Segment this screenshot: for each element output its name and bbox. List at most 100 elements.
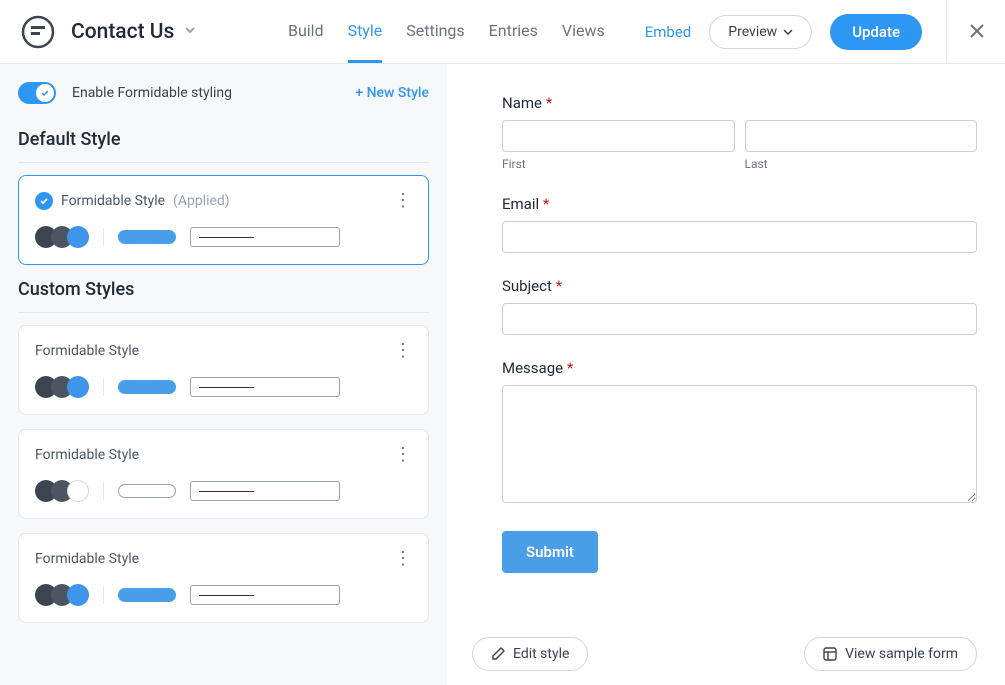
first-sublabel: First [502, 157, 735, 171]
chevron-down-icon[interactable] [184, 24, 196, 40]
custom-styles-heading: Custom Styles [18, 279, 429, 300]
form-title[interactable]: Contact Us [71, 20, 174, 44]
swatch [67, 584, 89, 606]
style-name: Formidable Style [35, 551, 139, 567]
embed-link[interactable]: Embed [645, 23, 692, 41]
last-name-col: Last [745, 120, 978, 171]
message-input[interactable] [502, 385, 977, 503]
header: Contact Us Build Style Settings Entries … [0, 0, 1005, 64]
style-card-header: Formidable Style ⋮ [35, 446, 412, 464]
nav-tabs: Build Style Settings Entries Views [288, 21, 605, 42]
color-swatches [35, 226, 89, 248]
view-sample-button[interactable]: View sample form [804, 637, 977, 671]
update-button[interactable]: Update [830, 14, 922, 50]
style-preview [35, 584, 412, 606]
divider [103, 228, 104, 246]
toggle-row: Enable Formidable styling + New Style [18, 82, 429, 104]
close-icon[interactable] [969, 20, 985, 44]
first-name-input[interactable] [502, 120, 735, 152]
header-actions: Embed Preview Update [645, 0, 985, 64]
divider [18, 312, 429, 313]
style-card[interactable]: Formidable Style ⋮ [18, 533, 429, 623]
more-icon[interactable]: ⋮ [394, 446, 412, 464]
tab-build[interactable]: Build [288, 21, 324, 63]
last-sublabel: Last [745, 157, 978, 171]
style-card[interactable]: Formidable Style ⋮ [18, 429, 429, 519]
style-card-title: Formidable Style (Applied) [35, 192, 230, 210]
more-icon[interactable]: ⋮ [394, 550, 412, 568]
sidebar: Enable Formidable styling + New Style De… [0, 64, 447, 685]
subject-input[interactable] [502, 303, 977, 335]
divider [103, 378, 104, 396]
email-input[interactable] [502, 221, 977, 253]
default-style-heading: Default Style [18, 129, 429, 150]
pencil-icon [491, 647, 505, 661]
name-row: First Last [502, 120, 977, 171]
toggle-label: Enable Formidable styling [72, 85, 232, 101]
style-preview [35, 226, 412, 248]
main: Enable Formidable styling + New Style De… [0, 64, 1005, 685]
style-applied-label: (Applied) [173, 193, 230, 209]
message-label: Message * [502, 359, 977, 377]
first-name-col: First [502, 120, 735, 171]
style-card[interactable]: Formidable Style ⋮ [18, 325, 429, 415]
style-preview [35, 376, 412, 398]
last-name-input[interactable] [745, 120, 978, 152]
divider [103, 586, 104, 604]
tab-views[interactable]: Views [562, 21, 605, 63]
button-preview [118, 588, 176, 602]
divider [18, 162, 429, 163]
swatch [67, 376, 89, 398]
input-preview [190, 585, 340, 605]
tab-entries[interactable]: Entries [489, 21, 538, 63]
input-preview [190, 377, 340, 397]
edit-style-button[interactable]: Edit style [472, 637, 588, 671]
submit-button[interactable]: Submit [502, 531, 598, 573]
close-section [946, 0, 985, 64]
tab-style[interactable]: Style [348, 21, 383, 63]
new-style-link[interactable]: + New Style [355, 85, 429, 101]
check-icon [35, 192, 53, 210]
divider [103, 482, 104, 500]
field-email: Email * [502, 195, 977, 253]
style-card-header: Formidable Style (Applied) ⋮ [35, 192, 412, 210]
more-icon[interactable]: ⋮ [394, 342, 412, 360]
style-preview [35, 480, 412, 502]
style-card-header: Formidable Style ⋮ [35, 550, 412, 568]
input-preview [190, 227, 340, 247]
button-preview [118, 484, 176, 498]
form-preview: Name * First Last Email * Subject * [447, 64, 1005, 685]
style-card-header: Formidable Style ⋮ [35, 342, 412, 360]
toggle-knob [36, 84, 54, 102]
style-name: Formidable Style [61, 193, 165, 209]
swatch [67, 480, 89, 502]
email-label: Email * [502, 195, 977, 213]
required-mark: * [543, 195, 549, 213]
more-icon[interactable]: ⋮ [394, 192, 412, 210]
subject-label: Subject * [502, 277, 977, 295]
button-preview [118, 230, 176, 244]
toggle-left: Enable Formidable styling [18, 82, 232, 104]
swatch [67, 226, 89, 248]
style-card-default[interactable]: Formidable Style (Applied) ⋮ [18, 175, 429, 265]
app-logo-icon [20, 14, 56, 50]
plus-icon: + [355, 85, 366, 101]
field-message: Message * [502, 359, 977, 507]
required-mark: * [567, 359, 573, 377]
preview-button-label: Preview [728, 24, 777, 40]
layout-icon [823, 647, 837, 661]
color-swatches [35, 480, 89, 502]
field-name: Name * First Last [502, 94, 977, 171]
required-mark: * [546, 94, 552, 112]
required-mark: * [556, 277, 562, 295]
style-name: Formidable Style [35, 447, 139, 463]
name-label: Name * [502, 94, 977, 112]
color-swatches [35, 376, 89, 398]
style-name: Formidable Style [35, 343, 139, 359]
tab-settings[interactable]: Settings [406, 21, 464, 63]
preview-button[interactable]: Preview [709, 15, 812, 49]
field-subject: Subject * [502, 277, 977, 335]
chevron-down-icon [783, 27, 793, 37]
color-swatches [35, 584, 89, 606]
styling-toggle[interactable] [18, 82, 56, 104]
